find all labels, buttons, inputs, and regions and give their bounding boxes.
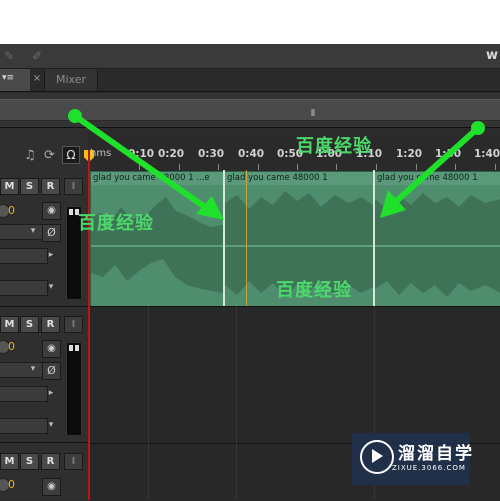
logo-title: 溜溜自学 bbox=[398, 444, 474, 464]
watermark-text: 百度经验 bbox=[296, 136, 372, 157]
arrow-right-shaft bbox=[389, 125, 481, 208]
logo-subtitle: ZIXUE.3066.COM bbox=[392, 464, 466, 472]
arrow-left-head bbox=[196, 196, 224, 220]
watermark-text: 百度经验 bbox=[78, 213, 154, 234]
watermark-text: 百度经验 bbox=[276, 280, 352, 301]
arrow-left-shaft bbox=[73, 113, 214, 215]
play-logo-icon bbox=[360, 440, 394, 474]
annotation-arrows bbox=[68, 109, 485, 220]
